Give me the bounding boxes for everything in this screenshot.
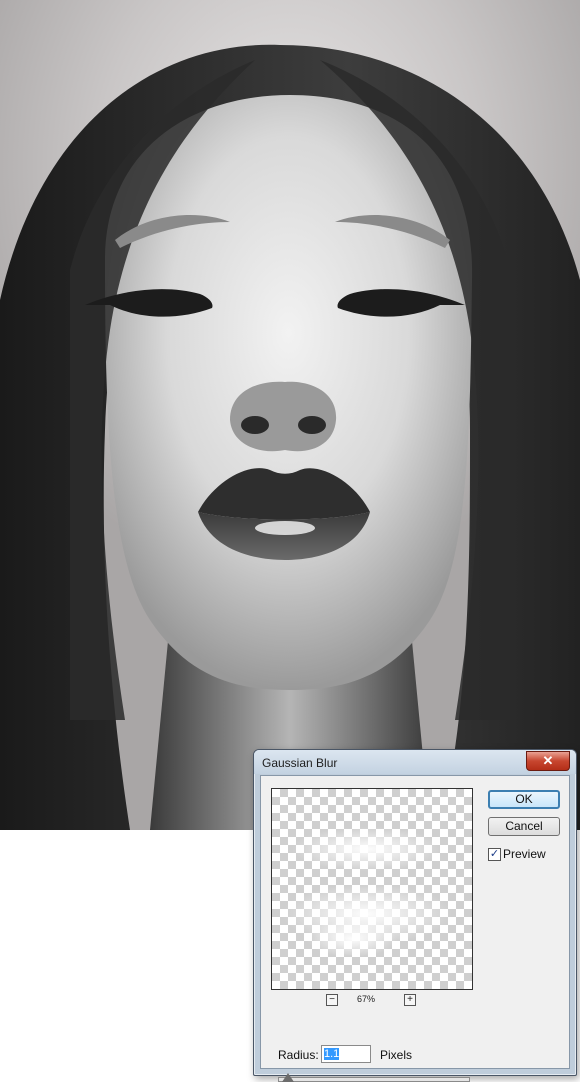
- radius-value: 1.1: [324, 1048, 340, 1060]
- portrait-canvas: [0, 0, 580, 830]
- radius-label: Radius:: [278, 1048, 319, 1062]
- zoom-in-icon: +: [407, 994, 413, 1005]
- gaussian-blur-dialog: Gaussian Blur ✕ − 67% + OK Cancel ✓ Prev…: [253, 749, 577, 1082]
- close-icon: ✕: [542, 753, 554, 768]
- preview-label: Preview: [503, 847, 546, 861]
- dialog-title: Gaussian Blur: [262, 756, 338, 770]
- nose: [230, 381, 337, 452]
- portrait-painting: [0, 44, 580, 830]
- checkmark-icon: ✓: [489, 848, 500, 860]
- radius-input[interactable]: 1.1: [321, 1045, 371, 1063]
- zoom-in-button[interactable]: +: [404, 994, 416, 1006]
- close-button[interactable]: ✕: [526, 751, 570, 771]
- radius-unit-label: Pixels: [380, 1048, 413, 1062]
- preview-image: [282, 827, 452, 957]
- dialog-titlebar[interactable]: Gaussian Blur ✕: [254, 750, 576, 774]
- dialog-body: − 67% + OK Cancel ✓ Preview Radius: 1.1 …: [260, 775, 570, 1082]
- zoom-level: 67%: [357, 994, 376, 1004]
- preview-checkbox[interactable]: ✓: [488, 848, 501, 861]
- ok-button[interactable]: OK: [488, 790, 560, 809]
- cancel-button[interactable]: Cancel: [488, 817, 560, 836]
- preview-zoom-controls: − 67% +: [271, 994, 471, 1008]
- blur-preview-window[interactable]: [271, 788, 473, 990]
- zoom-out-icon: −: [329, 994, 335, 1005]
- zoom-out-button[interactable]: −: [326, 994, 338, 1006]
